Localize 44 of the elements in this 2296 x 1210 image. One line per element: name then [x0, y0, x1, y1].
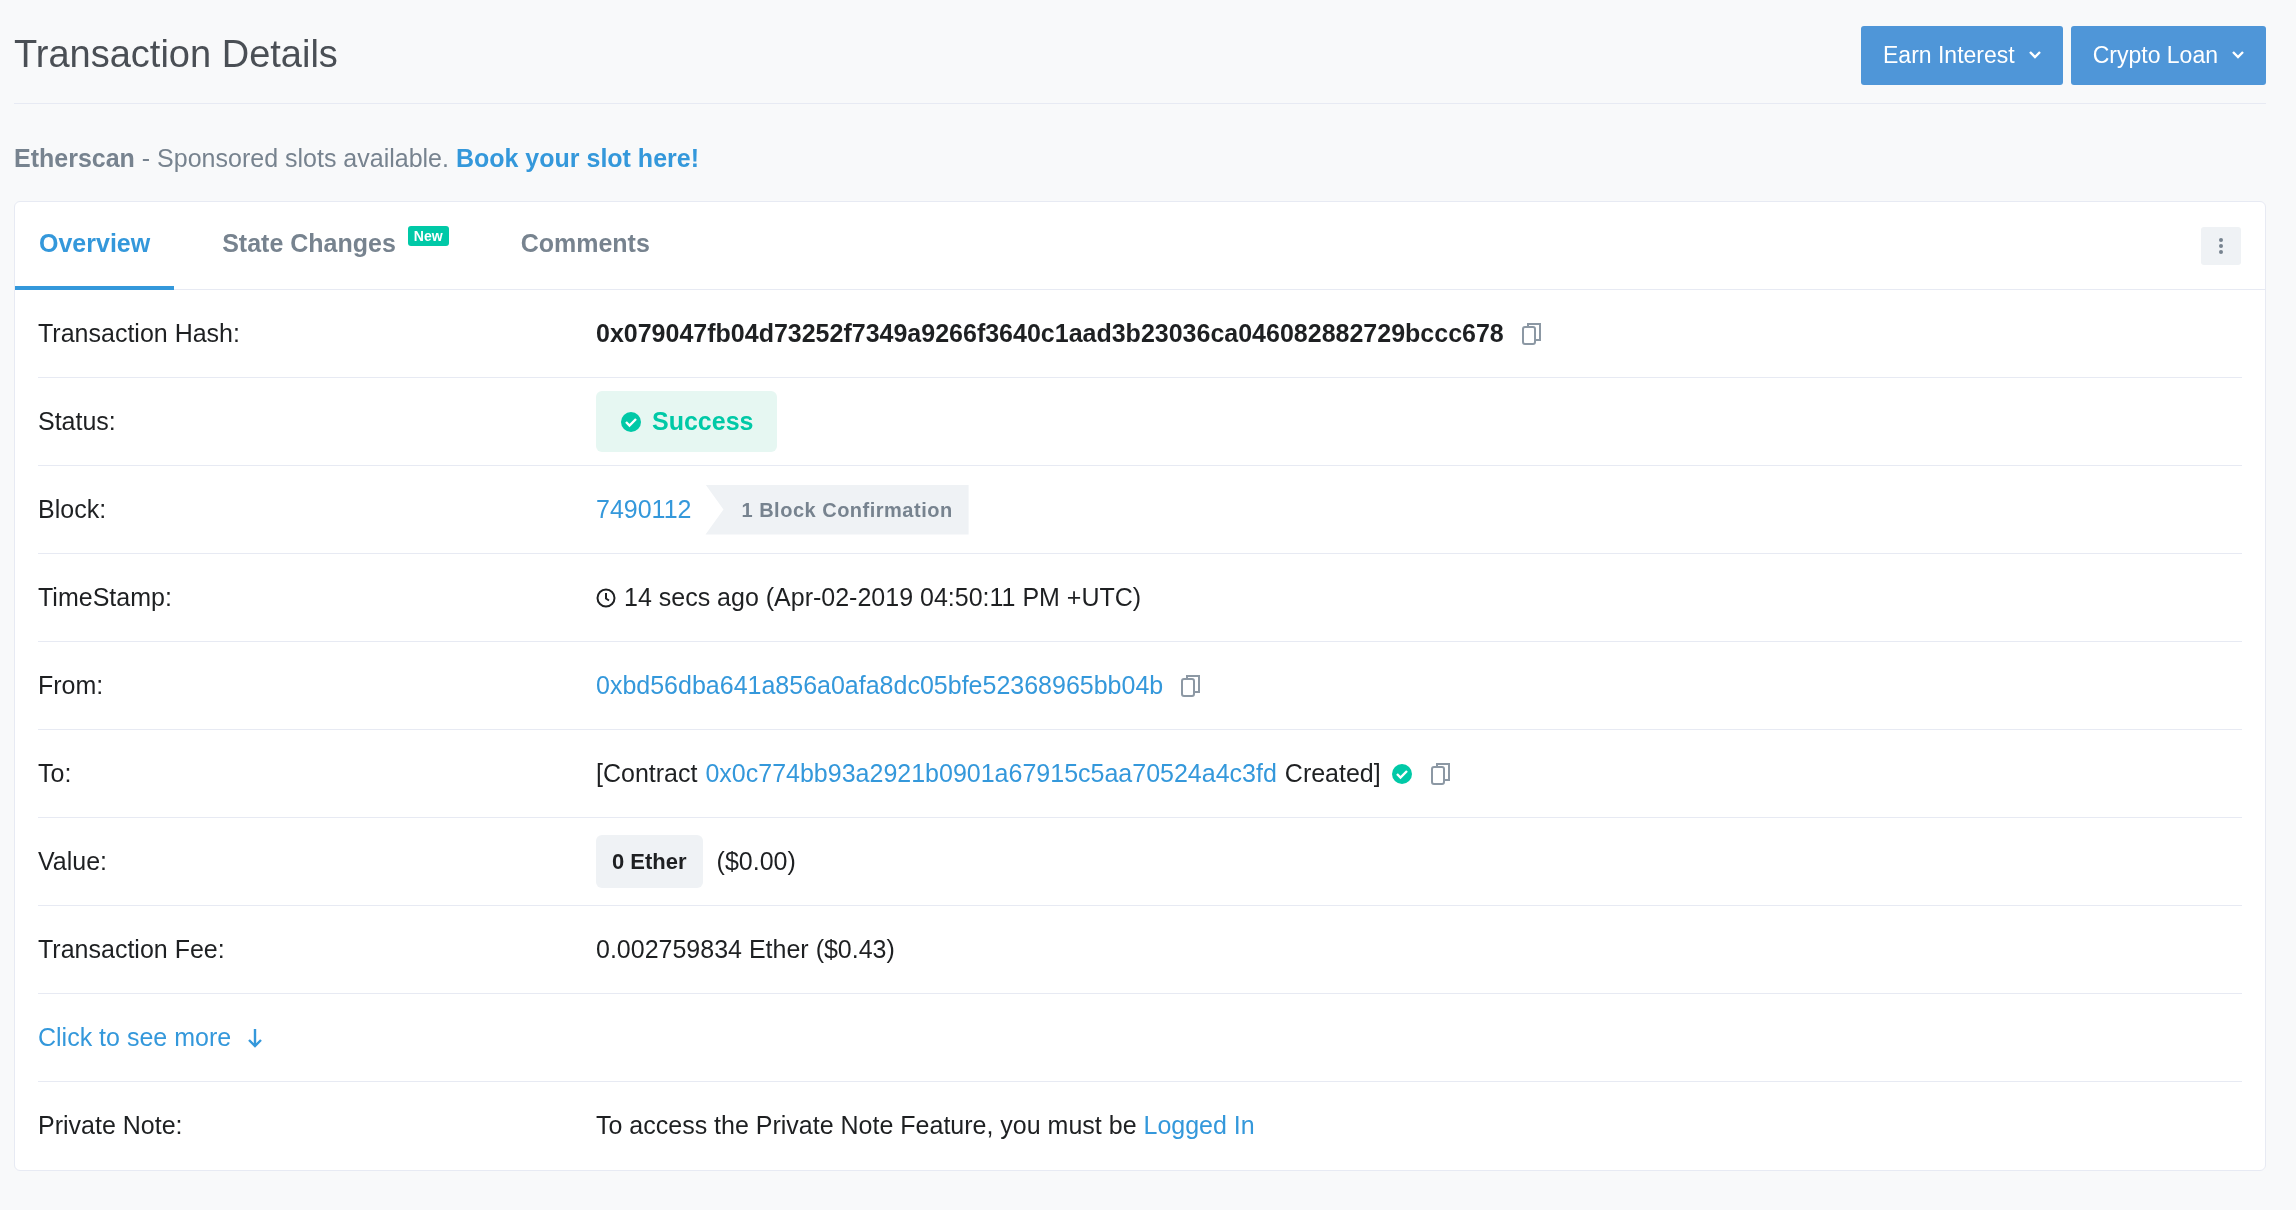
- check-circle-icon: [1390, 762, 1413, 785]
- status-text: Success: [652, 405, 754, 437]
- row-label: Value:: [38, 845, 109, 877]
- value-usd: ($0.00): [716, 845, 796, 877]
- arrow-down-icon: [247, 1027, 264, 1048]
- sponsor-link[interactable]: Book your slot here!: [455, 143, 699, 172]
- block-link[interactable]: 7490112: [596, 490, 692, 529]
- see-more-link[interactable]: Click to see more: [38, 1018, 264, 1057]
- tab[interactable]: Overview: [15, 201, 175, 290]
- confirmation-tag: 1 Block Confirmation: [705, 484, 969, 535]
- row-label: Block:: [38, 493, 108, 525]
- login-link[interactable]: Logged In: [1143, 1111, 1255, 1140]
- copy-icon[interactable]: [1430, 761, 1451, 786]
- contract-suffix: Created]: [1284, 757, 1381, 789]
- page-title: Transaction Details: [14, 32, 338, 78]
- row-label: To:: [38, 757, 73, 789]
- row-label: TimeStamp:: [38, 581, 173, 613]
- value-amount: 0 Ether: [596, 835, 703, 888]
- copy-icon[interactable]: [1181, 673, 1202, 698]
- more-options-button[interactable]: [2201, 226, 2241, 265]
- row-label: Transaction Fee:: [38, 933, 226, 965]
- caret-icon: [2232, 51, 2244, 60]
- caret-icon: [2028, 51, 2041, 60]
- private-note-text: To access the Private Note Feature, you must be Logged In: [596, 1110, 1255, 1142]
- contract-prefix: [Contract: [596, 757, 698, 789]
- dropdown-button[interactable]: Crypto Loan: [2070, 26, 2266, 85]
- copy-icon[interactable]: [1521, 321, 1542, 346]
- row-label: From:: [38, 669, 105, 701]
- more-icon: [2218, 236, 2224, 255]
- clock-icon: [596, 587, 616, 608]
- row-label: Status:: [38, 405, 117, 437]
- row-label: Transaction Hash:: [38, 317, 241, 349]
- sponsor-text: Etherscan - Sponsored slots available. Book your slot here!: [14, 142, 700, 174]
- dropdown-button[interactable]: Earn Interest: [1861, 26, 2063, 85]
- new-badge: New: [407, 225, 449, 246]
- address-link[interactable]: 0xbd56dba641a856a0afa8dc05bfe52368965bb04b: [596, 666, 1164, 705]
- row-label: Private Note:: [38, 1110, 184, 1142]
- tab[interactable]: State Changes New: [198, 201, 473, 290]
- timestamp-text: 14 secs ago (Apr-02-2019 04:50:11 PM +UTC): [624, 581, 1142, 613]
- tab[interactable]: Comments: [496, 201, 674, 290]
- contract-link[interactable]: 0x0c774bb93a2921b0901a67915c5aa70524a4c3fd: [705, 754, 1277, 793]
- check-circle-icon: [620, 410, 642, 433]
- transaction-hash: 0x079047fb04d73252f7349a9266f3640c1aad3b23036ca046082882729bccc678: [596, 317, 1504, 349]
- row-value: 0.002759834 Ether ($0.43): [596, 933, 895, 965]
